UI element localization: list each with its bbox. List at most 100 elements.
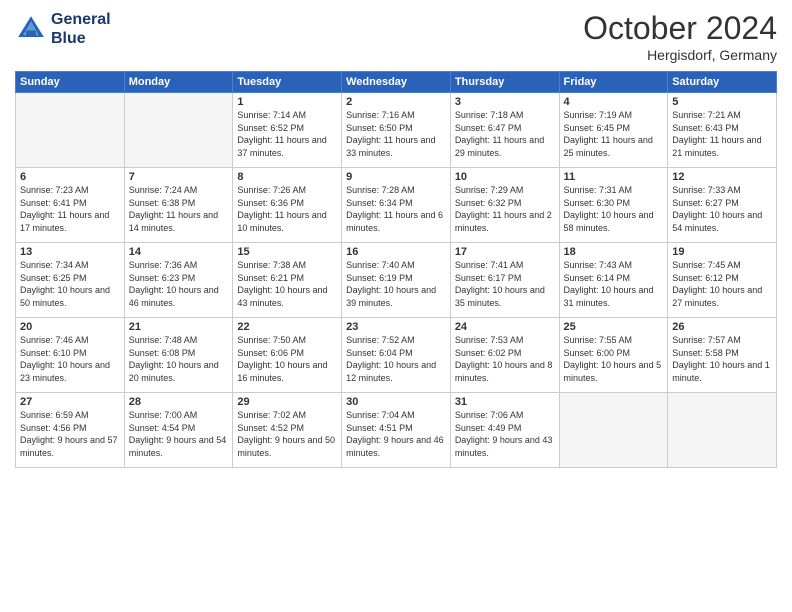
day-info: Sunrise: 7:55 AM Sunset: 6:00 PM Dayligh… bbox=[564, 334, 664, 384]
day-info: Sunrise: 7:24 AM Sunset: 6:38 PM Dayligh… bbox=[129, 184, 229, 234]
weekday-header-row: SundayMondayTuesdayWednesdayThursdayFrid… bbox=[16, 72, 777, 93]
calendar-cell: 31Sunrise: 7:06 AM Sunset: 4:49 PM Dayli… bbox=[450, 393, 559, 468]
day-info: Sunrise: 7:18 AM Sunset: 6:47 PM Dayligh… bbox=[455, 109, 555, 159]
calendar-cell: 3Sunrise: 7:18 AM Sunset: 6:47 PM Daylig… bbox=[450, 93, 559, 168]
day-number: 11 bbox=[564, 171, 664, 183]
day-number: 4 bbox=[564, 96, 664, 108]
day-info: Sunrise: 7:16 AM Sunset: 6:50 PM Dayligh… bbox=[346, 109, 446, 159]
day-number: 18 bbox=[564, 246, 664, 258]
day-number: 8 bbox=[237, 171, 337, 183]
day-number: 16 bbox=[346, 246, 446, 258]
calendar-cell: 4Sunrise: 7:19 AM Sunset: 6:45 PM Daylig… bbox=[559, 93, 668, 168]
calendar-cell: 21Sunrise: 7:48 AM Sunset: 6:08 PM Dayli… bbox=[124, 318, 233, 393]
calendar-cell: 6Sunrise: 7:23 AM Sunset: 6:41 PM Daylig… bbox=[16, 168, 125, 243]
calendar-cell: 27Sunrise: 6:59 AM Sunset: 4:56 PM Dayli… bbox=[16, 393, 125, 468]
day-number: 25 bbox=[564, 321, 664, 333]
week-row-4: 20Sunrise: 7:46 AM Sunset: 6:10 PM Dayli… bbox=[16, 318, 777, 393]
calendar-cell: 17Sunrise: 7:41 AM Sunset: 6:17 PM Dayli… bbox=[450, 243, 559, 318]
calendar-cell: 23Sunrise: 7:52 AM Sunset: 6:04 PM Dayli… bbox=[342, 318, 451, 393]
day-info: Sunrise: 7:21 AM Sunset: 6:43 PM Dayligh… bbox=[672, 109, 772, 159]
logo-line1: General bbox=[51, 10, 111, 29]
weekday-header-thursday: Thursday bbox=[450, 72, 559, 93]
day-info: Sunrise: 7:50 AM Sunset: 6:06 PM Dayligh… bbox=[237, 334, 337, 384]
calendar-cell: 8Sunrise: 7:26 AM Sunset: 6:36 PM Daylig… bbox=[233, 168, 342, 243]
day-number: 5 bbox=[672, 96, 772, 108]
day-info: Sunrise: 7:02 AM Sunset: 4:52 PM Dayligh… bbox=[237, 409, 337, 459]
calendar-cell: 19Sunrise: 7:45 AM Sunset: 6:12 PM Dayli… bbox=[668, 243, 777, 318]
day-number: 15 bbox=[237, 246, 337, 258]
day-number: 10 bbox=[455, 171, 555, 183]
calendar-cell: 7Sunrise: 7:24 AM Sunset: 6:38 PM Daylig… bbox=[124, 168, 233, 243]
calendar-cell: 12Sunrise: 7:33 AM Sunset: 6:27 PM Dayli… bbox=[668, 168, 777, 243]
day-info: Sunrise: 7:23 AM Sunset: 6:41 PM Dayligh… bbox=[20, 184, 120, 234]
day-info: Sunrise: 7:48 AM Sunset: 6:08 PM Dayligh… bbox=[129, 334, 229, 384]
weekday-header-friday: Friday bbox=[559, 72, 668, 93]
week-row-1: 1Sunrise: 7:14 AM Sunset: 6:52 PM Daylig… bbox=[16, 93, 777, 168]
calendar-cell: 20Sunrise: 7:46 AM Sunset: 6:10 PM Dayli… bbox=[16, 318, 125, 393]
day-number: 6 bbox=[20, 171, 120, 183]
day-number: 22 bbox=[237, 321, 337, 333]
calendar-cell bbox=[668, 393, 777, 468]
calendar-cell: 24Sunrise: 7:53 AM Sunset: 6:02 PM Dayli… bbox=[450, 318, 559, 393]
day-info: Sunrise: 7:46 AM Sunset: 6:10 PM Dayligh… bbox=[20, 334, 120, 384]
calendar-cell: 25Sunrise: 7:55 AM Sunset: 6:00 PM Dayli… bbox=[559, 318, 668, 393]
calendar-cell: 22Sunrise: 7:50 AM Sunset: 6:06 PM Dayli… bbox=[233, 318, 342, 393]
day-number: 19 bbox=[672, 246, 772, 258]
logo-icon bbox=[15, 13, 47, 45]
logo: General Blue bbox=[15, 10, 111, 48]
day-number: 23 bbox=[346, 321, 446, 333]
day-info: Sunrise: 7:31 AM Sunset: 6:30 PM Dayligh… bbox=[564, 184, 664, 234]
month-title: October 2024 bbox=[583, 10, 777, 47]
day-number: 27 bbox=[20, 396, 120, 408]
day-number: 14 bbox=[129, 246, 229, 258]
week-row-2: 6Sunrise: 7:23 AM Sunset: 6:41 PM Daylig… bbox=[16, 168, 777, 243]
week-row-3: 13Sunrise: 7:34 AM Sunset: 6:25 PM Dayli… bbox=[16, 243, 777, 318]
day-number: 17 bbox=[455, 246, 555, 258]
day-info: Sunrise: 7:36 AM Sunset: 6:23 PM Dayligh… bbox=[129, 259, 229, 309]
day-info: Sunrise: 6:59 AM Sunset: 4:56 PM Dayligh… bbox=[20, 409, 120, 459]
day-number: 9 bbox=[346, 171, 446, 183]
location-title: Hergisdorf, Germany bbox=[583, 47, 777, 63]
calendar-cell: 1Sunrise: 7:14 AM Sunset: 6:52 PM Daylig… bbox=[233, 93, 342, 168]
calendar-cell bbox=[559, 393, 668, 468]
calendar-cell: 2Sunrise: 7:16 AM Sunset: 6:50 PM Daylig… bbox=[342, 93, 451, 168]
day-number: 26 bbox=[672, 321, 772, 333]
day-number: 21 bbox=[129, 321, 229, 333]
day-number: 3 bbox=[455, 96, 555, 108]
main-container: General Blue October 2024 Hergisdorf, Ge… bbox=[0, 0, 792, 473]
calendar-cell: 29Sunrise: 7:02 AM Sunset: 4:52 PM Dayli… bbox=[233, 393, 342, 468]
day-number: 30 bbox=[346, 396, 446, 408]
day-info: Sunrise: 7:14 AM Sunset: 6:52 PM Dayligh… bbox=[237, 109, 337, 159]
logo-text: General Blue bbox=[51, 10, 111, 48]
day-info: Sunrise: 7:52 AM Sunset: 6:04 PM Dayligh… bbox=[346, 334, 446, 384]
day-number: 24 bbox=[455, 321, 555, 333]
day-info: Sunrise: 7:04 AM Sunset: 4:51 PM Dayligh… bbox=[346, 409, 446, 459]
calendar-cell: 30Sunrise: 7:04 AM Sunset: 4:51 PM Dayli… bbox=[342, 393, 451, 468]
day-info: Sunrise: 7:34 AM Sunset: 6:25 PM Dayligh… bbox=[20, 259, 120, 309]
calendar-cell: 11Sunrise: 7:31 AM Sunset: 6:30 PM Dayli… bbox=[559, 168, 668, 243]
weekday-header-wednesday: Wednesday bbox=[342, 72, 451, 93]
day-number: 13 bbox=[20, 246, 120, 258]
day-info: Sunrise: 7:28 AM Sunset: 6:34 PM Dayligh… bbox=[346, 184, 446, 234]
weekday-header-saturday: Saturday bbox=[668, 72, 777, 93]
calendar-cell: 9Sunrise: 7:28 AM Sunset: 6:34 PM Daylig… bbox=[342, 168, 451, 243]
day-number: 20 bbox=[20, 321, 120, 333]
logo-line2: Blue bbox=[51, 29, 111, 48]
weekday-header-monday: Monday bbox=[124, 72, 233, 93]
calendar-cell: 18Sunrise: 7:43 AM Sunset: 6:14 PM Dayli… bbox=[559, 243, 668, 318]
day-info: Sunrise: 7:53 AM Sunset: 6:02 PM Dayligh… bbox=[455, 334, 555, 384]
day-info: Sunrise: 7:19 AM Sunset: 6:45 PM Dayligh… bbox=[564, 109, 664, 159]
calendar-table: SundayMondayTuesdayWednesdayThursdayFrid… bbox=[15, 71, 777, 468]
calendar-cell: 10Sunrise: 7:29 AM Sunset: 6:32 PM Dayli… bbox=[450, 168, 559, 243]
day-info: Sunrise: 7:40 AM Sunset: 6:19 PM Dayligh… bbox=[346, 259, 446, 309]
day-number: 31 bbox=[455, 396, 555, 408]
day-info: Sunrise: 7:57 AM Sunset: 5:58 PM Dayligh… bbox=[672, 334, 772, 384]
day-number: 12 bbox=[672, 171, 772, 183]
calendar-cell: 16Sunrise: 7:40 AM Sunset: 6:19 PM Dayli… bbox=[342, 243, 451, 318]
day-info: Sunrise: 7:45 AM Sunset: 6:12 PM Dayligh… bbox=[672, 259, 772, 309]
day-number: 1 bbox=[237, 96, 337, 108]
calendar-cell: 26Sunrise: 7:57 AM Sunset: 5:58 PM Dayli… bbox=[668, 318, 777, 393]
calendar-cell: 14Sunrise: 7:36 AM Sunset: 6:23 PM Dayli… bbox=[124, 243, 233, 318]
calendar-cell: 15Sunrise: 7:38 AM Sunset: 6:21 PM Dayli… bbox=[233, 243, 342, 318]
calendar-cell: 28Sunrise: 7:00 AM Sunset: 4:54 PM Dayli… bbox=[124, 393, 233, 468]
